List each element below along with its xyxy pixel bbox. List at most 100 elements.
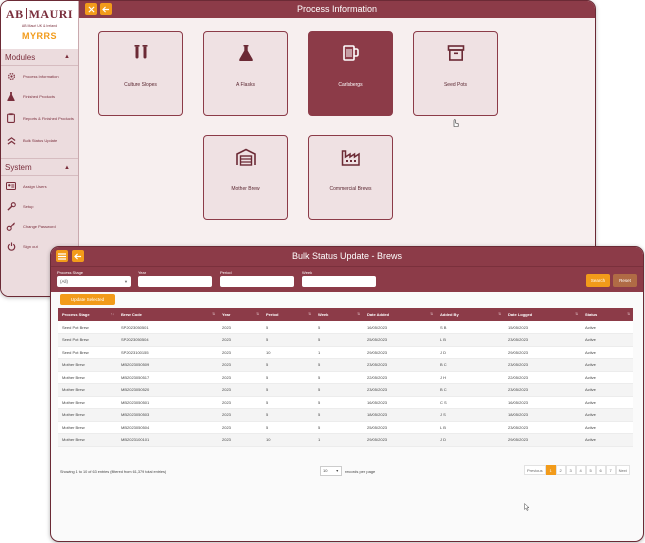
table-cell: 5 bbox=[314, 358, 363, 372]
app-name: MYRRS bbox=[21, 31, 57, 41]
process-stage-select[interactable]: (All) ▼ bbox=[57, 276, 131, 287]
search-button[interactable]: Search bbox=[586, 274, 610, 287]
table-row[interactable]: Seed Pot Brew SP2023050504 2023 5 5 25/05/202… bbox=[58, 333, 633, 347]
tile-a-flasks[interactable]: A Flasks bbox=[203, 31, 288, 116]
table-cell: 2023 bbox=[218, 358, 262, 372]
table-cell: Seed Pot Brew bbox=[58, 321, 117, 334]
column-header[interactable]: Process Stage ↑↓ bbox=[58, 308, 117, 321]
table-cell: J D bbox=[436, 346, 504, 359]
nav-process-information[interactable]: Process Information bbox=[1, 66, 78, 86]
table-row[interactable]: Mother Brew MB2023050504 2023 5 5 25/05/2023 L… bbox=[58, 421, 633, 434]
page-number-button[interactable]: 1 bbox=[545, 465, 556, 475]
page-number-button[interactable]: 4 bbox=[575, 465, 586, 475]
sort-icon[interactable]: ↑↓ bbox=[111, 312, 115, 316]
column-header[interactable]: Week ⇅ bbox=[314, 308, 363, 321]
header-row: Process Stage ↑↓ Brew Code ⇅ Year ⇅ Period ⇅ Wee… bbox=[58, 308, 633, 321]
warehouse-icon bbox=[235, 147, 256, 167]
table-cell: 5 bbox=[314, 333, 363, 347]
page-previous-button[interactable]: Previous bbox=[524, 465, 546, 475]
table-row[interactable]: Mother Brew MB2023050501 2023 5 5 16/05/2023 C… bbox=[58, 396, 633, 409]
nav-assign-users[interactable]: Assign Users bbox=[1, 176, 78, 196]
table-row[interactable]: Mother Brew MB2023050503 2023 5 5 18/05/2023 J… bbox=[58, 408, 633, 422]
table-row[interactable]: Mother Brew MB2023050517 2023 5 5 22/05/2023 J… bbox=[58, 371, 633, 384]
sort-icon[interactable]: ⇅ bbox=[308, 312, 311, 316]
table-cell: 5 bbox=[262, 358, 314, 372]
column-header[interactable]: Date Added ⇅ bbox=[363, 308, 436, 321]
tile-label: Seed Pots bbox=[443, 82, 468, 88]
tile-culture-slopes[interactable]: Culture Slopes bbox=[98, 31, 183, 116]
page-next-button[interactable]: Next bbox=[615, 465, 630, 475]
entries-info: Showing 1 to 10 of 63 entries (filtered … bbox=[60, 470, 167, 474]
sort-icon[interactable]: ⇅ bbox=[430, 312, 433, 316]
table-cell: 29/05/2023 bbox=[363, 346, 436, 359]
table-row[interactable]: Mother Brew MB2023050520 2023 5 5 23/05/2023 B… bbox=[58, 383, 633, 397]
table-row[interactable]: Mother Brew MB2023100101 2023 10 1 29/05/2023… bbox=[58, 433, 633, 447]
filter-label: Year bbox=[138, 270, 147, 275]
update-selected-button[interactable]: Update Selected bbox=[60, 294, 115, 305]
table-body: Seed Pot Brew SP2023050501 2023 5 5 16/05/202… bbox=[58, 321, 633, 447]
table-cell: 16/05/2023 bbox=[363, 321, 436, 334]
column-header[interactable]: Period ⇅ bbox=[262, 308, 314, 321]
reset-button[interactable]: Reset bbox=[613, 274, 637, 287]
week-input[interactable] bbox=[302, 276, 376, 287]
year-input[interactable] bbox=[138, 276, 212, 287]
table-cell: B C bbox=[436, 358, 504, 372]
nav-finished-products[interactable]: Finished Products bbox=[1, 86, 78, 106]
tile-commercial-brews[interactable]: Commercial Brews bbox=[308, 135, 393, 220]
page-size-select[interactable]: 10 ▼ bbox=[320, 466, 342, 476]
table-cell: Active bbox=[581, 433, 633, 447]
page-number-button[interactable]: 7 bbox=[605, 465, 616, 475]
table-cell: Mother Brew bbox=[58, 396, 117, 409]
tile-carlsbergs[interactable]: Carlsbergs bbox=[308, 31, 393, 116]
tile-mother-brew[interactable]: Mother Brew bbox=[203, 135, 288, 220]
column-header-label: Year bbox=[222, 312, 231, 317]
logo-text-right: MAURI bbox=[28, 7, 74, 21]
page-number-button[interactable]: 5 bbox=[585, 465, 596, 475]
column-header[interactable]: Added By ⇅ bbox=[436, 308, 504, 321]
table-row[interactable]: Mother Brew MB2023050509 2023 5 5 23/05/2023 B… bbox=[58, 358, 633, 372]
table-cell: S B bbox=[436, 321, 504, 334]
key-icon bbox=[6, 221, 16, 231]
table-cell: 2023 bbox=[218, 383, 262, 397]
arrow-cursor-icon bbox=[524, 498, 530, 516]
nav-reports-finished-products[interactable]: Reports & Finished Products bbox=[1, 106, 78, 130]
column-header[interactable]: Date Logged ⇅ bbox=[504, 308, 581, 321]
table-cell: 15/05/2023 bbox=[504, 321, 581, 334]
filter-bar: Process Stage (All) ▼ Year Period Week bbox=[51, 266, 643, 292]
column-header[interactable]: Status ⇅ bbox=[581, 308, 633, 321]
table-row[interactable]: Seed Pot Brew SP2023050501 2023 5 5 16/05/202… bbox=[58, 321, 633, 334]
page-number-button[interactable]: 3 bbox=[565, 465, 576, 475]
table-cell: 23/05/2023 bbox=[504, 333, 581, 347]
gear-icon bbox=[6, 71, 16, 81]
sort-icon[interactable]: ⇅ bbox=[357, 312, 360, 316]
nav-change-password[interactable]: Change Password bbox=[1, 216, 78, 236]
flask-icon bbox=[6, 91, 16, 101]
sort-icon[interactable]: ⇅ bbox=[212, 312, 215, 316]
window-title: Bulk Status Update - Brews bbox=[291, 251, 403, 261]
page-number-button[interactable]: 6 bbox=[595, 465, 606, 475]
nav-setup[interactable]: Setup bbox=[1, 196, 78, 216]
period-input[interactable] bbox=[220, 276, 294, 287]
table-cell: Seed Pot Brew bbox=[58, 333, 117, 347]
chevrons-up-icon bbox=[6, 135, 16, 145]
modules-header[interactable]: Modules ▲ bbox=[1, 49, 78, 66]
tile-label: A Flasks bbox=[236, 82, 255, 88]
table-cell: SP2023100155 bbox=[117, 346, 218, 359]
sort-icon[interactable]: ⇅ bbox=[627, 312, 630, 316]
table-row[interactable]: Seed Pot Brew SP2023100155 2023 10 1 29/05/20… bbox=[58, 346, 633, 359]
sort-icon[interactable]: ⇅ bbox=[498, 312, 501, 316]
modules-header-label: Modules bbox=[5, 53, 36, 62]
brand-logo: AB MAURI bbox=[1, 7, 78, 22]
nav-bulk-status-update[interactable]: Bulk Status Update bbox=[1, 130, 78, 150]
sort-icon[interactable]: ⇅ bbox=[256, 312, 259, 316]
system-header[interactable]: System ▲ bbox=[1, 158, 78, 176]
column-header[interactable]: Brew Code ⇅ bbox=[117, 308, 218, 321]
tile-seed-pots[interactable]: Seed Pots bbox=[413, 31, 498, 116]
page-number-button[interactable]: 2 bbox=[555, 465, 566, 475]
select-value: (All) bbox=[60, 279, 68, 284]
sort-icon[interactable]: ⇅ bbox=[575, 312, 578, 316]
tile-label: Carlsbergs bbox=[338, 82, 363, 88]
logo-subtitle: AB Mauri UK & Ireland bbox=[21, 24, 58, 28]
system-header-label: System bbox=[5, 163, 32, 172]
column-header[interactable]: Year ⇅ bbox=[218, 308, 262, 321]
